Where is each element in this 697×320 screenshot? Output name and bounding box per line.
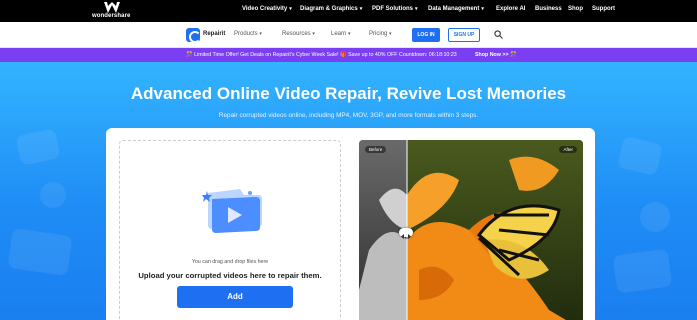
decorative-shape xyxy=(40,182,66,208)
login-button[interactable]: LOG IN xyxy=(412,28,440,42)
topnav-item-explore-ai[interactable]: Explore AI xyxy=(496,6,525,12)
repairit-logo-icon[interactable] xyxy=(186,28,201,43)
topnav-item-data-management[interactable]: Data Management ▾ xyxy=(428,6,484,12)
nav-item-pricing[interactable]: Pricing ▾ xyxy=(369,31,392,37)
nav-label: Products xyxy=(234,31,258,37)
nav-item-resources[interactable]: Resources ▾ xyxy=(282,31,315,37)
topnav-item-support[interactable]: Support xyxy=(592,6,615,12)
upload-dropzone[interactable]: You can drag and drop files here Upload … xyxy=(119,140,341,320)
topnav-item-pdf-solutions[interactable]: PDF Solutions ▾ xyxy=(372,6,418,12)
drag-drop-hint: You can drag and drop files here xyxy=(191,259,269,265)
promo-banner[interactable]: 🎊 Limited Time Offer! Get Deals on Repai… xyxy=(0,48,697,62)
add-button[interactable]: Add xyxy=(177,286,293,308)
chevron-down-icon: ▾ xyxy=(415,6,418,12)
video-folder-icon xyxy=(202,189,262,233)
after-label: After xyxy=(559,146,577,153)
topnav-label: Diagram & Graphics xyxy=(300,6,358,12)
decorative-shape xyxy=(7,228,73,276)
decorative-shape xyxy=(612,248,673,294)
chevron-down-icon: ▾ xyxy=(289,6,292,12)
topnav-item-diagram-graphics[interactable]: Diagram & Graphics ▾ xyxy=(300,6,362,12)
chevron-down-icon: ▾ xyxy=(359,6,363,12)
chevron-down-icon: ▾ xyxy=(259,31,262,37)
nav-label: Learn xyxy=(331,31,347,37)
nav-label: Pricing xyxy=(369,31,388,37)
topnav-label: Data Management xyxy=(428,6,480,12)
decorative-shape xyxy=(15,128,61,166)
top-bar: wondershare Video Creativity ▾ Diagram & … xyxy=(0,0,697,22)
chevron-down-icon: ▾ xyxy=(389,31,392,37)
hero-title: Advanced Online Video Repair, Revive Los… xyxy=(130,84,567,103)
top-nav: Video Creativity ▾ Diagram & Graphics ▾ PD… xyxy=(0,0,697,22)
repair-card: You can drag and drop files here Upload … xyxy=(106,128,595,320)
upload-instruction: Upload your corrupted videos here to rep… xyxy=(138,271,322,280)
nav-item-learn[interactable]: Learn ▾ xyxy=(331,31,351,37)
topnav-label: Video Creativity xyxy=(242,6,288,12)
product-name[interactable]: Repairit xyxy=(203,31,225,37)
decorative-shape xyxy=(640,202,670,232)
nav-label: Resources xyxy=(282,31,311,37)
promo-text: 🎊 Limited Time Offer! Get Deals on Repai… xyxy=(186,52,457,58)
topnav-label: PDF Solutions xyxy=(372,6,413,12)
signup-button[interactable]: SIGN UP xyxy=(448,28,480,42)
before-label: Before xyxy=(365,146,387,153)
hero-subtitle: Repair corrupted videos online, includin… xyxy=(218,112,479,119)
hero-section: Advanced Online Video Repair, Revive Los… xyxy=(0,62,697,320)
chevron-down-icon: ▾ xyxy=(348,31,351,37)
search-icon[interactable] xyxy=(494,30,503,39)
chevron-down-icon: ▾ xyxy=(481,6,484,12)
decorative-shape xyxy=(616,135,664,177)
product-nav: Repairit Products ▾ Resources ▾ Learn ▾ … xyxy=(0,22,697,48)
topnav-item-shop[interactable]: Shop xyxy=(568,6,583,12)
topnav-item-business[interactable]: Business xyxy=(535,6,562,12)
compare-slider-handle[interactable] xyxy=(399,228,413,239)
arrows-left-right-icon xyxy=(401,234,411,239)
topnav-item-video-creativity[interactable]: Video Creativity ▾ xyxy=(242,6,292,12)
nav-item-products[interactable]: Products ▾ xyxy=(234,31,262,37)
chevron-down-icon: ▾ xyxy=(312,31,315,37)
shop-now-link[interactable]: Shop Now >> 🎊 xyxy=(475,48,517,62)
lily-butterfly-image xyxy=(359,140,583,320)
before-after-image: Before After xyxy=(359,140,583,320)
